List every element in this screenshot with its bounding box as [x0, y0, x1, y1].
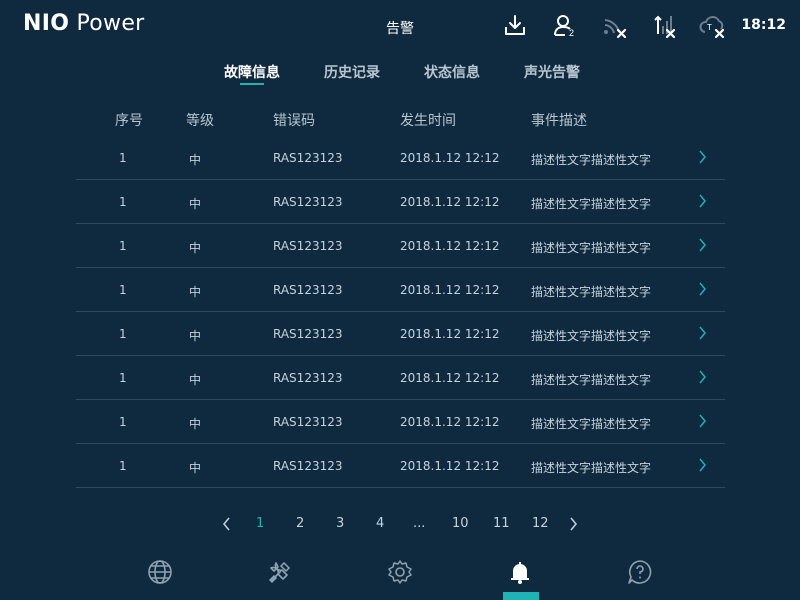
- page-4[interactable]: 4: [376, 516, 384, 531]
- cell-error-code: RAS123123: [273, 371, 343, 385]
- table-row[interactable]: 1 中 RAS123123 2018.1.12 12:12 描述性文字描述性文字: [76, 356, 725, 400]
- column-header-level: 等级: [186, 113, 214, 129]
- cell-error-code: RAS123123: [273, 239, 343, 253]
- chevron-right-icon[interactable]: [697, 150, 707, 164]
- cell-no: 1: [119, 195, 127, 209]
- cell-no: 1: [119, 239, 127, 253]
- active-nav-indicator: [503, 592, 539, 600]
- column-header-no: 序号: [115, 113, 143, 129]
- top-bar: NIO Power 告警 2 T 18:12: [0, 0, 800, 52]
- bottom-nav: [0, 550, 800, 600]
- clock: 18:12: [741, 17, 786, 33]
- cell-level: 中: [189, 153, 202, 167]
- cell-time: 2018.1.12 12:12: [400, 283, 500, 297]
- cell-error-code: RAS123123: [273, 415, 343, 429]
- cell-description: 描述性文字描述性文字: [531, 373, 652, 387]
- cell-time: 2018.1.12 12:12: [400, 195, 500, 209]
- table-row[interactable]: 1 中 RAS123123 2018.1.12 12:12 描述性文字描述性文字: [76, 180, 725, 224]
- cell-description: 描述性文字描述性文字: [531, 285, 652, 299]
- cell-description: 描述性文字描述性文字: [531, 461, 652, 475]
- cell-time: 2018.1.12 12:12: [400, 327, 500, 341]
- svg-text:T: T: [707, 23, 712, 32]
- cell-error-code: RAS123123: [273, 283, 343, 297]
- wifi-off-icon: [604, 19, 627, 39]
- cell-time: 2018.1.12 12:12: [400, 151, 500, 165]
- settings-icon[interactable]: [386, 558, 414, 586]
- download-icon[interactable]: [501, 12, 529, 40]
- page-12[interactable]: 12: [532, 516, 549, 531]
- user-count-badge: 2: [569, 28, 574, 38]
- cell-time: 2018.1.12 12:12: [400, 415, 500, 429]
- tab-history[interactable]: 历史记录: [324, 62, 380, 82]
- cell-level: 中: [189, 197, 202, 211]
- tab-status-info[interactable]: 状态信息: [424, 62, 480, 82]
- alarm-bell-icon[interactable]: [506, 558, 534, 586]
- fault-table: 1 中 RAS123123 2018.1.12 12:12 描述性文字描述性文字 1 中 RA…: [76, 136, 725, 488]
- cell-description: 描述性文字描述性文字: [531, 153, 652, 167]
- table-row[interactable]: 1 中 RAS123123 2018.1.12 12:12 描述性文字描述性文字: [76, 444, 725, 488]
- user-count-icon[interactable]: 2: [551, 12, 579, 40]
- chevron-right-icon[interactable]: [697, 326, 707, 340]
- cell-error-code: RAS123123: [273, 151, 343, 165]
- help-icon[interactable]: [626, 558, 654, 586]
- tab-sound-light-alarm[interactable]: 声光告警: [524, 62, 580, 82]
- chevron-right-icon[interactable]: [697, 370, 707, 384]
- page-11[interactable]: 11: [493, 516, 510, 531]
- table-row[interactable]: 1 中 RAS123123 2018.1.12 12:12 描述性文字描述性文字: [76, 268, 725, 312]
- chevron-right-icon[interactable]: [697, 414, 707, 428]
- cell-no: 1: [119, 415, 127, 429]
- cell-level: 中: [189, 241, 202, 255]
- table-row[interactable]: 1 中 RAS123123 2018.1.12 12:12 描述性文字描述性文字: [76, 400, 725, 444]
- cell-error-code: RAS123123: [273, 195, 343, 209]
- pagination: 1 2 3 4 ... 10 11 12: [0, 512, 800, 536]
- page-1[interactable]: 1: [256, 516, 264, 531]
- tab-fault-info[interactable]: 故障信息: [224, 62, 280, 82]
- table-row[interactable]: 1 中 RAS123123 2018.1.12 12:12 描述性文字描述性文字: [76, 136, 725, 180]
- active-tab-indicator: [240, 83, 264, 85]
- chevron-right-icon[interactable]: [697, 282, 707, 296]
- cell-no: 1: [119, 459, 127, 473]
- tools-icon[interactable]: [266, 558, 294, 586]
- cell-description: 描述性文字描述性文字: [531, 417, 652, 431]
- page-10[interactable]: 10: [452, 516, 469, 531]
- page-title: 告警: [386, 21, 414, 37]
- chevron-right-icon[interactable]: [697, 458, 707, 472]
- globe-icon[interactable]: [146, 558, 174, 586]
- chevron-right-icon[interactable]: [697, 238, 707, 252]
- table-header: 序号 等级 错误码 发生时间 事件描述: [0, 110, 800, 130]
- cell-time: 2018.1.12 12:12: [400, 239, 500, 253]
- page-2[interactable]: 2: [296, 516, 304, 531]
- column-header-time: 发生时间: [400, 113, 456, 129]
- cell-no: 1: [119, 151, 127, 165]
- table-row[interactable]: 1 中 RAS123123 2018.1.12 12:12 描述性文字描述性文字: [76, 312, 725, 356]
- cell-level: 中: [189, 285, 202, 299]
- cell-level: 中: [189, 461, 202, 475]
- page-3[interactable]: 3: [336, 516, 344, 531]
- column-header-error-code: 错误码: [273, 113, 315, 129]
- cell-no: 1: [119, 371, 127, 385]
- page-ellipsis: ...: [413, 516, 426, 531]
- tab-bar: 故障信息 历史记录 状态信息 声光告警: [0, 62, 800, 92]
- cell-no: 1: [119, 327, 127, 341]
- table-row[interactable]: 1 中 RAS123123 2018.1.12 12:12 描述性文字描述性文字: [76, 224, 725, 268]
- cloud-off-icon: T: [699, 16, 725, 39]
- next-page-icon[interactable]: [568, 517, 578, 531]
- cell-time: 2018.1.12 12:12: [400, 459, 500, 473]
- column-header-description: 事件描述: [531, 113, 587, 129]
- cell-time: 2018.1.12 12:12: [400, 371, 500, 385]
- cell-level: 中: [189, 373, 202, 387]
- chevron-right-icon[interactable]: [697, 194, 707, 208]
- signal-off-icon: [654, 15, 676, 39]
- prev-page-icon[interactable]: [222, 517, 232, 531]
- cell-description: 描述性文字描述性文字: [531, 329, 652, 343]
- cell-error-code: RAS123123: [273, 459, 343, 473]
- cell-level: 中: [189, 417, 202, 431]
- cell-description: 描述性文字描述性文字: [531, 241, 652, 255]
- cell-no: 1: [119, 283, 127, 297]
- cell-description: 描述性文字描述性文字: [531, 197, 652, 211]
- cell-error-code: RAS123123: [273, 327, 343, 341]
- cell-level: 中: [189, 329, 202, 343]
